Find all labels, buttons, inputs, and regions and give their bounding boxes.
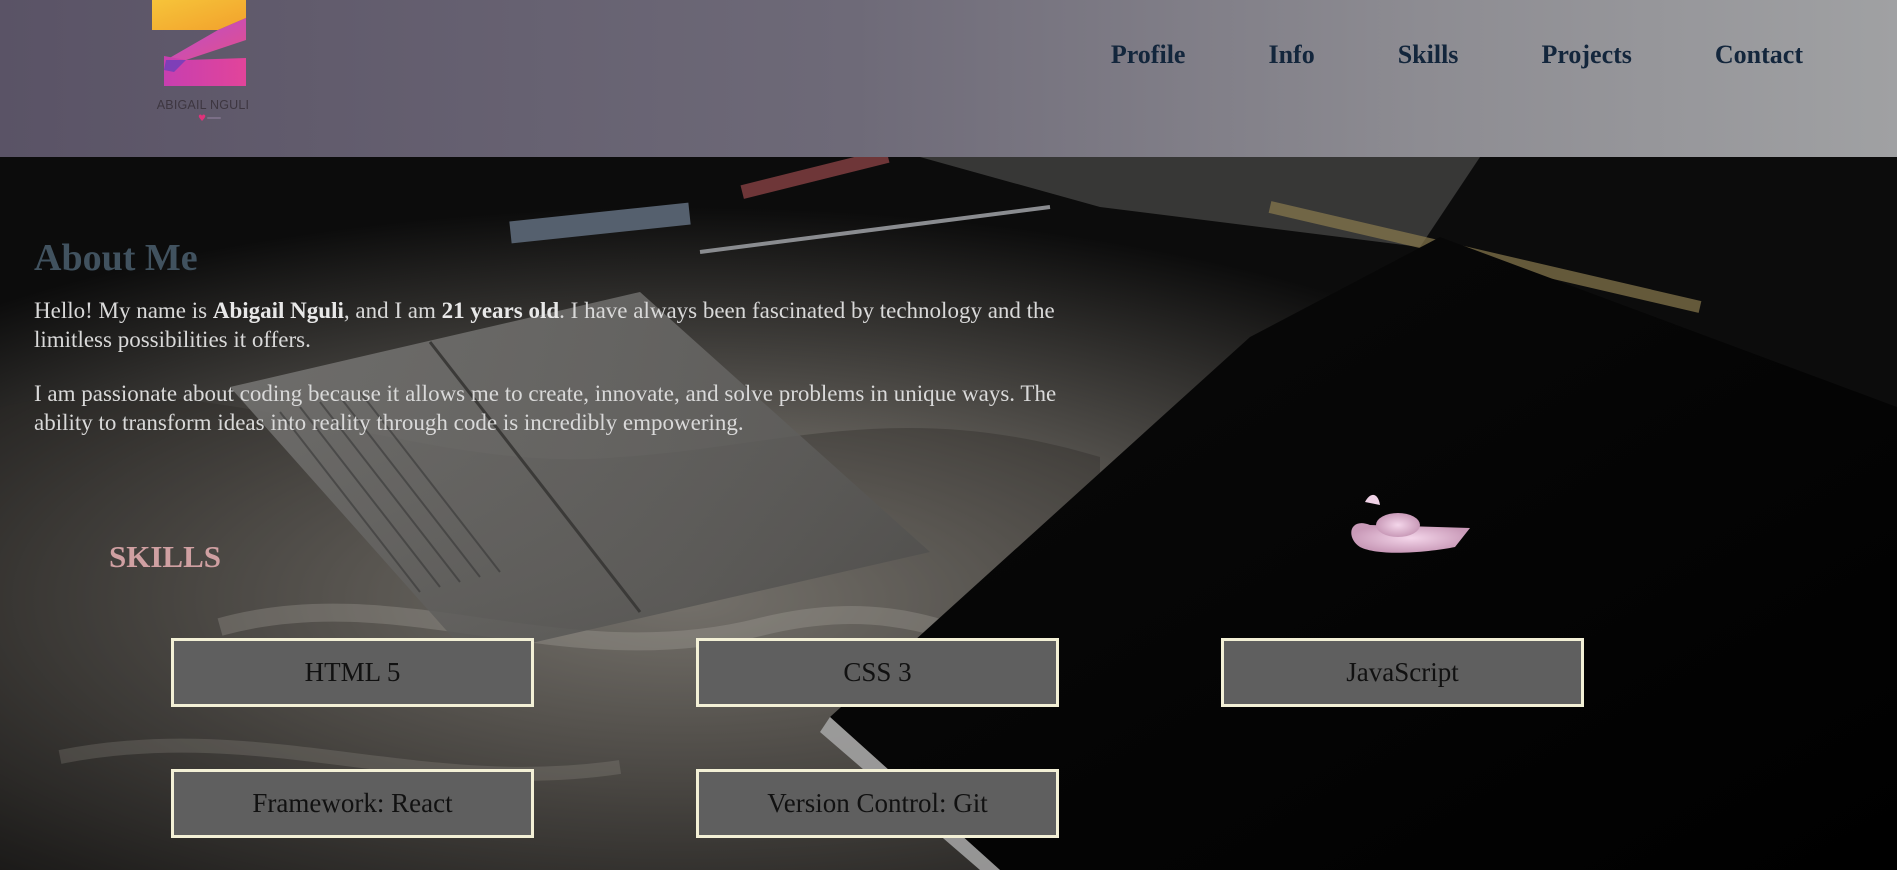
nav-link-contact[interactable]: Contact bbox=[1715, 39, 1803, 71]
about-age: 21 years old bbox=[441, 298, 560, 323]
nav-link-projects[interactable]: Projects bbox=[1541, 39, 1631, 71]
about-intro-paragraph: Hello! My name is Abigail Nguli, and I a… bbox=[34, 296, 1114, 354]
skills-title: SKILLS bbox=[109, 539, 222, 574]
skill-box-git[interactable]: Version Control: Git bbox=[696, 769, 1059, 838]
nav-link-profile[interactable]: Profile bbox=[1111, 39, 1186, 71]
skill-box-react[interactable]: Framework: React bbox=[171, 769, 534, 838]
logo-z-icon bbox=[152, 0, 246, 86]
nav-link-info[interactable]: Info bbox=[1268, 39, 1314, 71]
main-nav: Profile Info Skills Projects Contact bbox=[1111, 39, 1803, 71]
about-name: Abigail Nguli bbox=[212, 298, 344, 323]
nav-link-skills[interactable]: Skills bbox=[1398, 39, 1459, 71]
logo-text: ABIGAIL NGULI bbox=[156, 98, 250, 112]
logo-tagline-mark bbox=[207, 117, 221, 119]
about-intro-text-b: , and I am bbox=[343, 298, 442, 323]
about-passion-paragraph: I am passionate about coding because it … bbox=[34, 381, 1057, 435]
about-section: About Me Hello! My name is Abigail Nguli… bbox=[34, 233, 1114, 437]
skill-box-javascript[interactable]: JavaScript bbox=[1221, 638, 1584, 707]
about-intro-text-a: Hello! My name is bbox=[34, 298, 213, 323]
about-title: About Me bbox=[34, 237, 198, 279]
heart-icon: ♥ bbox=[198, 114, 207, 124]
site-header: ABIGAIL NGULI ♥ Profile Info Skills Proj… bbox=[0, 0, 1897, 157]
logo[interactable]: ABIGAIL NGULI ♥ bbox=[148, 0, 258, 126]
skill-box-css[interactable]: CSS 3 bbox=[696, 638, 1059, 707]
skill-box-html[interactable]: HTML 5 bbox=[171, 638, 534, 707]
